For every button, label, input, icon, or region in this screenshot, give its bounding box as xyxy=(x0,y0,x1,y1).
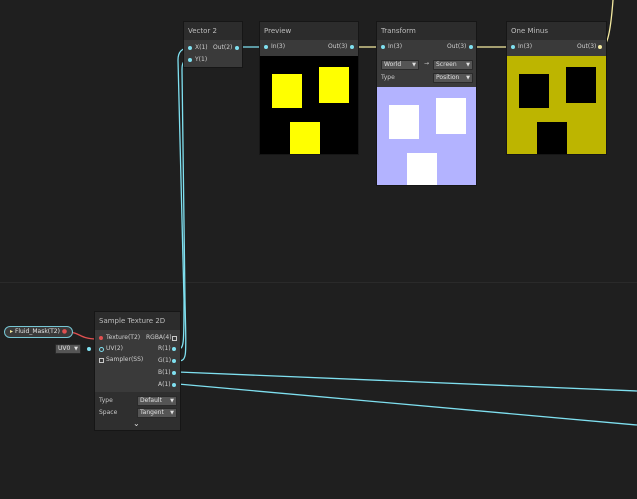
r-output-label: R(1) xyxy=(158,345,171,352)
vector2-out-port[interactable] xyxy=(235,46,239,50)
y-input-port[interactable] xyxy=(188,58,192,62)
fluid-mask-property[interactable]: ▸ Fluid_Mask(T2) ● xyxy=(4,326,74,338)
chevron-down-icon: ▼ xyxy=(412,62,416,68)
transform-out-port[interactable] xyxy=(469,45,473,49)
sample-settings-panel: Type Default ▼ Space Tangent ▼ ⌄ xyxy=(95,392,180,430)
sample-type-dropdown[interactable]: Default ▼ xyxy=(137,396,177,406)
one-minus-out-label: Out(3) xyxy=(577,43,597,50)
transform-to-value: Screen xyxy=(436,61,457,68)
one-minus-square-1 xyxy=(519,74,549,108)
wire-b-out xyxy=(177,371,637,392)
rgba-output-port[interactable] xyxy=(172,336,177,341)
preview-in-label: In(3) xyxy=(271,43,286,50)
transform-square-3 xyxy=(407,153,437,185)
one-minus-square-3 xyxy=(537,122,567,154)
sampler-input-port[interactable] xyxy=(99,358,104,363)
preview-node[interactable]: Preview In(3) Out(3) xyxy=(260,22,358,154)
transform-square-2 xyxy=(436,98,466,134)
transform-type-dropdown[interactable]: Position ▼ xyxy=(433,73,473,83)
preview-image xyxy=(260,56,358,154)
sample-space-value: Tangent xyxy=(140,409,164,416)
chevron-down-icon: ▼ xyxy=(466,75,470,81)
y-input-label: Y(1) xyxy=(195,56,208,63)
transform-in-port[interactable] xyxy=(381,45,385,49)
sample-texture-node[interactable]: Sample Texture 2D Texture(T2) UV(2) Samp… xyxy=(95,312,180,430)
sampler-input-label: Sampler(SS) xyxy=(106,356,144,363)
collapse-chevron-icon[interactable]: ⌄ xyxy=(133,419,140,428)
g-output-port[interactable] xyxy=(172,359,176,363)
arrow-right-icon: → xyxy=(424,60,430,67)
r-output-port[interactable] xyxy=(172,347,176,351)
x-input-port[interactable] xyxy=(188,46,192,50)
transform-type-label: Type xyxy=(381,74,395,81)
one-minus-node[interactable]: One Minus In(3) Out(3) xyxy=(507,22,606,154)
g-output-label: G(1) xyxy=(158,357,172,364)
transform-title: Transform xyxy=(377,22,476,40)
preview-title: Preview xyxy=(260,22,358,40)
wire-a-out xyxy=(177,383,637,426)
chevron-down-icon: ▼ xyxy=(466,62,470,68)
transform-preview-image xyxy=(377,87,476,185)
uv-input-port[interactable] xyxy=(99,347,104,352)
transform-node[interactable]: Transform In(3) Out(3) World ▼ → Screen ▼ … xyxy=(377,22,476,185)
b-output-label: B(1) xyxy=(158,369,171,376)
preview-in-port[interactable] xyxy=(264,45,268,49)
preview-square-3 xyxy=(290,122,320,154)
sample-type-value: Default xyxy=(140,397,162,404)
preview-square-2 xyxy=(319,67,349,103)
one-minus-out-port[interactable] xyxy=(598,45,602,49)
vector2-title: Vector 2 xyxy=(184,22,242,40)
sample-texture-title: Sample Texture 2D xyxy=(95,312,180,330)
b-output-port[interactable] xyxy=(172,371,176,375)
preview-out-label: Out(3) xyxy=(328,43,348,50)
one-minus-preview-image xyxy=(507,56,606,154)
property-port-left: ▸ xyxy=(10,328,14,335)
preview-square-1 xyxy=(272,74,302,108)
property-label: Fluid_Mask(T2) xyxy=(14,328,60,335)
transform-out-label: Out(3) xyxy=(447,43,467,50)
one-minus-title: One Minus xyxy=(507,22,606,40)
x-input-label: X(1) xyxy=(195,44,208,51)
uv-channel-dropdown[interactable]: UV0 ▼ xyxy=(55,344,81,354)
transform-type-value: Position xyxy=(436,74,460,81)
sample-space-dropdown[interactable]: Tangent ▼ xyxy=(137,408,177,418)
transform-square-1 xyxy=(389,105,419,139)
uv-input-label: UV(2) xyxy=(106,345,123,352)
transform-to-dropdown[interactable]: Screen ▼ xyxy=(433,60,473,70)
uv-channel-value: UV0 xyxy=(58,345,71,352)
uv-link-port[interactable] xyxy=(87,347,91,351)
a-output-label: A(1) xyxy=(158,381,171,388)
property-out-icon: ● xyxy=(61,328,68,335)
texture-input-label: Texture(T2) xyxy=(106,334,141,341)
transform-from-dropdown[interactable]: World ▼ xyxy=(381,60,419,70)
one-minus-in-port[interactable] xyxy=(511,45,515,49)
transform-in-label: In(3) xyxy=(388,43,403,50)
vector2-node[interactable]: Vector 2 X(1) Y(1) Out(2) xyxy=(184,22,242,67)
chevron-down-icon: ▼ xyxy=(170,398,174,404)
vector2-out-label: Out(2) xyxy=(213,44,233,51)
chevron-down-icon: ▼ xyxy=(74,346,78,352)
texture-input-port[interactable] xyxy=(99,336,103,340)
chevron-down-icon: ▼ xyxy=(170,410,174,416)
preview-out-port[interactable] xyxy=(350,45,354,49)
one-minus-square-2 xyxy=(566,67,596,103)
a-output-port[interactable] xyxy=(172,383,176,387)
transform-from-value: World xyxy=(384,61,402,68)
one-minus-in-label: In(3) xyxy=(518,43,533,50)
sample-type-label: Type xyxy=(99,397,113,404)
sample-space-label: Space xyxy=(99,409,118,416)
rgba-output-label: RGBA(4) xyxy=(146,334,172,341)
